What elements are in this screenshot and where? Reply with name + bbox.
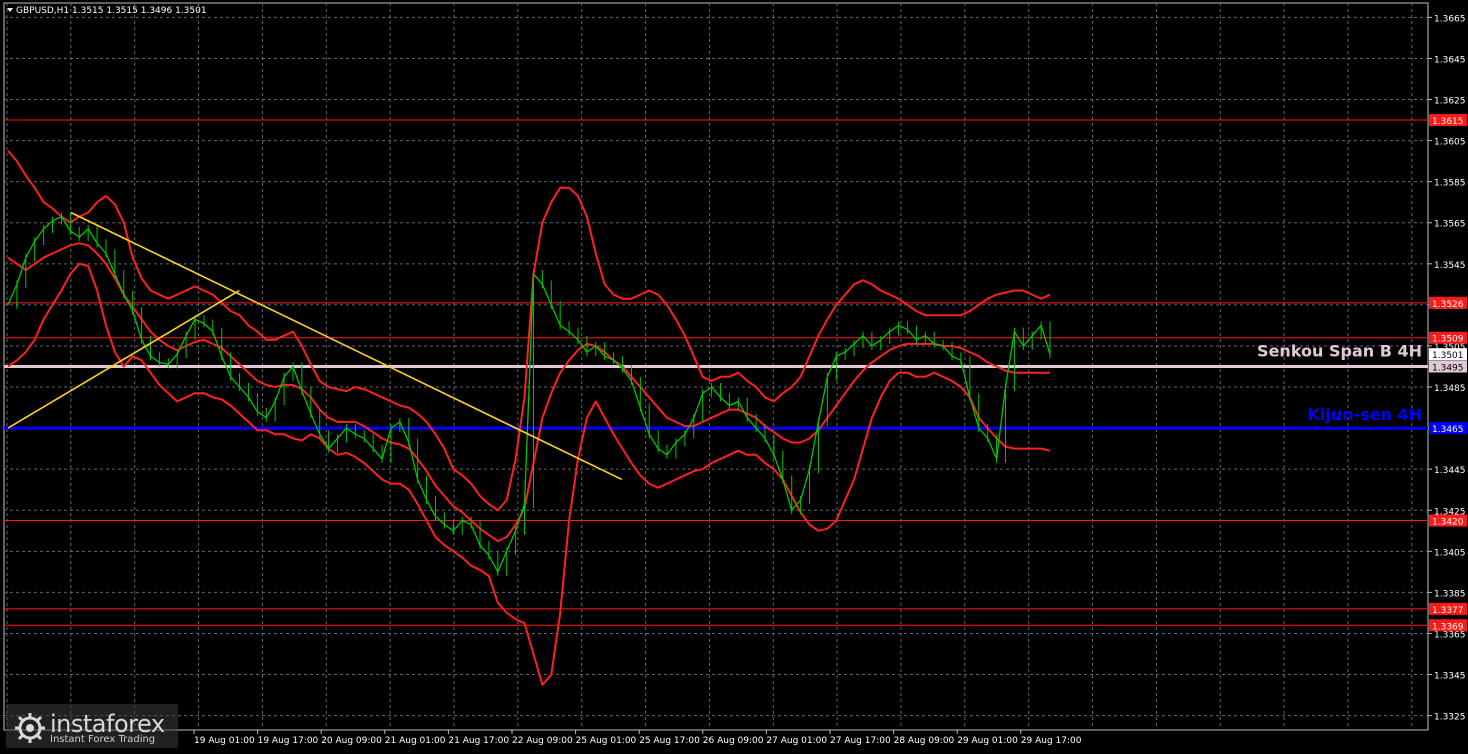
y-tick-label: 1.3445 <box>1434 466 1466 476</box>
y-tick-label: 1.3345 <box>1434 672 1466 682</box>
y-tick-label: 1.3585 <box>1434 179 1466 189</box>
kijun-sen-label: Kijun-sen 4H <box>1307 405 1422 424</box>
y-tick-label: 1.3545 <box>1434 261 1466 271</box>
level-price-label: 1.3369 <box>1432 622 1464 632</box>
x-tick-label: 26 Aug 09:00 <box>703 736 764 746</box>
y-tick-label: 1.3665 <box>1434 14 1466 24</box>
level-price-label: 1.3615 <box>1432 117 1464 127</box>
senkou-price-label: 1.3495 <box>1432 364 1464 374</box>
x-tick-label: 29 Aug 01:00 <box>957 736 1018 746</box>
watermark-tagline: Instant Forex Trading <box>50 734 156 745</box>
bollinger-upper-line <box>7 150 1051 512</box>
y-tick-label: 1.3385 <box>1434 589 1466 599</box>
senkou-span-b-label: Senkou Span B 4H <box>1257 342 1422 361</box>
x-tick-label: 29 Aug 17:00 <box>1021 736 1082 746</box>
x-tick-label: 27 Aug 17:00 <box>830 736 891 746</box>
y-tick-label: 1.3605 <box>1434 138 1466 148</box>
level-price-label: 1.3420 <box>1432 518 1464 528</box>
y-tick-label: 1.3325 <box>1434 713 1466 723</box>
y-tick-label: 1.3645 <box>1434 55 1466 65</box>
trendline <box>7 289 240 429</box>
x-tick-label: 21 Aug 01:00 <box>385 736 446 746</box>
x-tick-label: 22 Aug 09:00 <box>512 736 573 746</box>
level-price-label: 1.3509 <box>1432 335 1464 345</box>
x-tick-label: 27 Aug 01:00 <box>766 736 827 746</box>
y-tick-label: 1.3405 <box>1434 548 1466 558</box>
x-tick-label: 19 Aug 01:00 <box>194 736 255 746</box>
title-dropdown-icon <box>7 8 13 12</box>
x-tick-label: 19 Aug 17:00 <box>258 736 319 746</box>
current-price-label: 1.3501 <box>1432 351 1464 361</box>
chart-canvas: 1.3665 1.3645 1.3625 1.3605 1.3585 1.3565 1.35… <box>3 2 1467 746</box>
price-line <box>7 215 1051 573</box>
instaforex-logo-icon <box>15 713 45 743</box>
level-price-label: 1.3377 <box>1432 606 1464 616</box>
x-tick-label: 25 Aug 01:00 <box>576 736 637 746</box>
x-tick-label: 20 Aug 09:00 <box>321 736 382 746</box>
level-price-label: 1.3526 <box>1432 300 1464 310</box>
x-tick-label: 21 Aug 17:00 <box>448 736 509 746</box>
chart-title: GBPUSD,H1 1.3515 1.3515 1.3496 1.3501 <box>16 6 207 16</box>
y-tick-label: 1.3565 <box>1434 220 1466 230</box>
instaforex-watermark: instaforex Instant Forex Trading <box>6 704 178 748</box>
x-tick-label: 28 Aug 09:00 <box>894 736 955 746</box>
x-tick-label: 25 Aug 17:00 <box>639 736 700 746</box>
y-tick-label: 1.3485 <box>1434 384 1466 394</box>
kijun-price-label: 1.3465 <box>1432 425 1464 435</box>
y-tick-label: 1.3625 <box>1434 97 1466 107</box>
forex-chart: 1.3665 1.3645 1.3625 1.3605 1.3585 1.3565 1.35… <box>0 0 1468 750</box>
